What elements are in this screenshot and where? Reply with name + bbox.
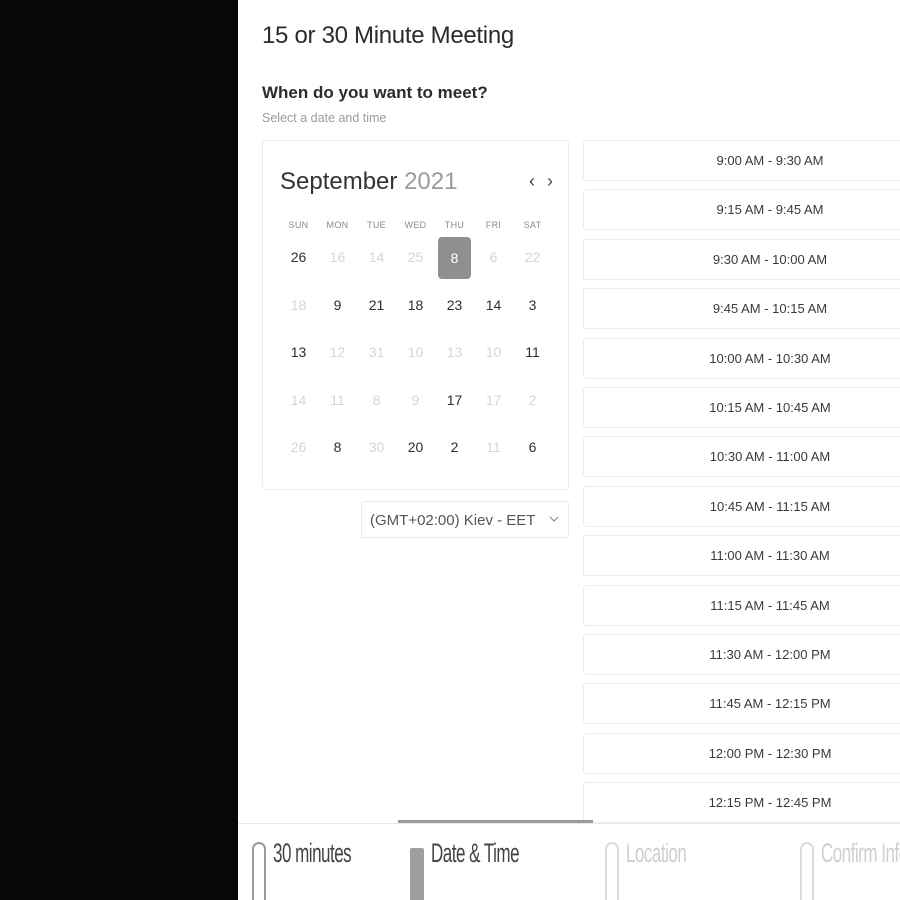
calendar-day[interactable]: 2: [435, 427, 474, 467]
weekday-label: TUE: [367, 220, 386, 230]
calendar-day: 8: [372, 391, 381, 408]
calendar-day: 13: [446, 344, 463, 360]
chevron-down-icon: [549, 516, 559, 522]
calendar-day: 30: [368, 439, 385, 455]
time-slot-label: 11:00 AM - 11:30 AM: [710, 548, 830, 564]
time-slot-label: 10:15 AM - 10:45 AM: [709, 400, 831, 415]
time-slot-label: 12:00 PM - 12:30 PM: [708, 745, 832, 761]
calendar-day: 14: [290, 391, 307, 408]
time-slot-button[interactable]: 10:30 AM - 11:00 AM: [583, 436, 900, 478]
calendar-month: September: [280, 168, 398, 195]
time-slot-button[interactable]: 12:00 PM - 12:30 PM: [583, 732, 900, 774]
time-slot-label: 9:15 AM - 9:45 AM: [716, 202, 824, 218]
calendar-day[interactable]: 23: [435, 285, 474, 325]
calendar-day: 10: [485, 344, 502, 360]
calendar-day: 11: [330, 391, 345, 408]
footer-divider: [238, 823, 900, 824]
time-slot-button[interactable]: 11:00 AM - 11:30 AM: [583, 535, 900, 577]
step-label: Date & Time: [431, 838, 520, 869]
time-slot-button[interactable]: 10:00 AM - 10:30 AM: [583, 337, 900, 379]
step-label: Confirm Info: [821, 838, 900, 869]
calendar-day[interactable]: 18: [396, 285, 435, 325]
step-label: 30 minutes: [273, 838, 352, 869]
timezone-value: (GMT+02:00) Kiev - EET: [370, 512, 536, 529]
clock-icon: [252, 842, 266, 900]
calendar-day: 22: [524, 249, 541, 265]
weekday-label: MON: [326, 220, 349, 230]
calendar-day: 12: [329, 344, 346, 360]
time-slot-button[interactable]: 11:30 AM - 12:00 PM: [583, 634, 900, 675]
calendar-month-year: September 2021: [280, 168, 457, 196]
calendar-day: 2: [528, 391, 537, 408]
calendar-day[interactable]: 21: [357, 285, 396, 325]
calendar-day: 18: [290, 296, 307, 313]
weekday-label: THU: [444, 220, 465, 230]
calendar-day[interactable]: 6: [513, 427, 552, 467]
checklist-icon: [800, 842, 814, 900]
date-picker-calendar: September 2021 ‹ › SUN MON TUE WED THU FRI SAT…: [262, 140, 569, 490]
calendar-day: 6: [489, 249, 498, 265]
booking-panel: 15 or 30 Minute Meeting When do you want…: [238, 0, 900, 900]
time-slot-button[interactable]: 11:45 AM - 12:15 PM: [583, 683, 900, 725]
calendar-day: 9: [411, 391, 420, 408]
calendar-day: 26: [290, 439, 307, 455]
calendar-day[interactable]: 17: [435, 380, 474, 420]
weekday-label: FRI: [485, 220, 502, 230]
calendar-day: 16: [329, 249, 346, 265]
weekday-label: WED: [404, 220, 427, 230]
step-label: Location: [626, 838, 687, 869]
calendar-day[interactable]: 13: [279, 332, 318, 372]
calendar-day: 17: [485, 391, 502, 408]
calendar-day: 10: [407, 344, 424, 360]
calendar-day[interactable]: 8: [318, 427, 357, 467]
section-heading: When do you want to meet?: [262, 83, 488, 102]
calendar-day: 31: [368, 344, 385, 360]
calendar-day[interactable]: 3: [513, 285, 552, 325]
time-slot-label: 9:00 AM - 9:30 AM: [716, 153, 824, 168]
chevron-left-icon[interactable]: ‹: [523, 170, 541, 192]
time-slot-label: 10:30 AM - 11:00 AM: [709, 449, 831, 465]
calendar-icon: [410, 848, 424, 900]
time-slot-button[interactable]: 9:45 AM - 10:15 AM: [583, 288, 900, 330]
time-slot-button[interactable]: 9:15 AM - 9:45 AM: [583, 189, 900, 231]
calendar-day[interactable]: 26: [279, 237, 318, 277]
time-slot-button[interactable]: 12:15 PM - 12:45 PM: [583, 782, 900, 824]
time-slot-button[interactable]: 10:15 AM - 10:45 AM: [583, 387, 900, 428]
calendar-day[interactable]: 9: [318, 285, 357, 325]
weekday-label: SAT: [523, 220, 542, 230]
calendar-year: 2021: [404, 168, 458, 195]
section-subtitle: Select a date and time: [262, 111, 387, 125]
calendar-day: 25: [407, 249, 424, 265]
time-slot-button[interactable]: 9:30 AM - 10:00 AM: [583, 238, 900, 280]
time-slot-button[interactable]: 10:45 AM - 11:15 AM: [583, 485, 900, 527]
calendar-day[interactable]: 20: [396, 427, 435, 467]
weekday-header-row: SUN MON TUE WED THU FRI SAT: [279, 220, 552, 230]
time-slot-label: 10:45 AM - 11:15 AM: [709, 498, 831, 514]
time-slot-label: 12:15 PM - 12:45 PM: [708, 795, 832, 811]
calendar-day[interactable]: 11: [513, 332, 552, 372]
calendar-day-selected[interactable]: 8: [438, 237, 471, 279]
time-slot-label: 9:30 AM - 10:00 AM: [712, 251, 828, 267]
location-pin-icon: [605, 842, 619, 900]
calendar-day[interactable]: 14: [474, 285, 513, 325]
time-slot-label: 11:30 AM - 12:00 PM: [709, 647, 831, 662]
timezone-select[interactable]: (GMT+02:00) Kiev - EET: [361, 501, 569, 538]
chevron-right-icon[interactable]: ›: [541, 170, 559, 192]
time-slot-label: 11:45 AM - 12:15 PM: [709, 696, 831, 712]
time-slot-label: 11:15 AM - 11:45 AM: [710, 597, 830, 613]
page-title: 15 or 30 Minute Meeting: [262, 22, 514, 49]
weekday-label: SUN: [288, 220, 309, 230]
time-slot-label: 10:00 AM - 10:30 AM: [709, 350, 831, 366]
calendar-day: 11: [486, 439, 501, 455]
calendar-day-grid: 26 16 14 25 8 6 22 18 9 21 18 23 14 3 13 12 31 10 13 10 11 14…: [279, 237, 552, 475]
time-slot-label: 9:45 AM - 10:15 AM: [712, 301, 828, 317]
calendar-day: 14: [368, 249, 385, 265]
time-slot-button[interactable]: 9:00 AM - 9:30 AM: [583, 140, 900, 181]
time-slot-button[interactable]: 11:15 AM - 11:45 AM: [583, 584, 900, 626]
